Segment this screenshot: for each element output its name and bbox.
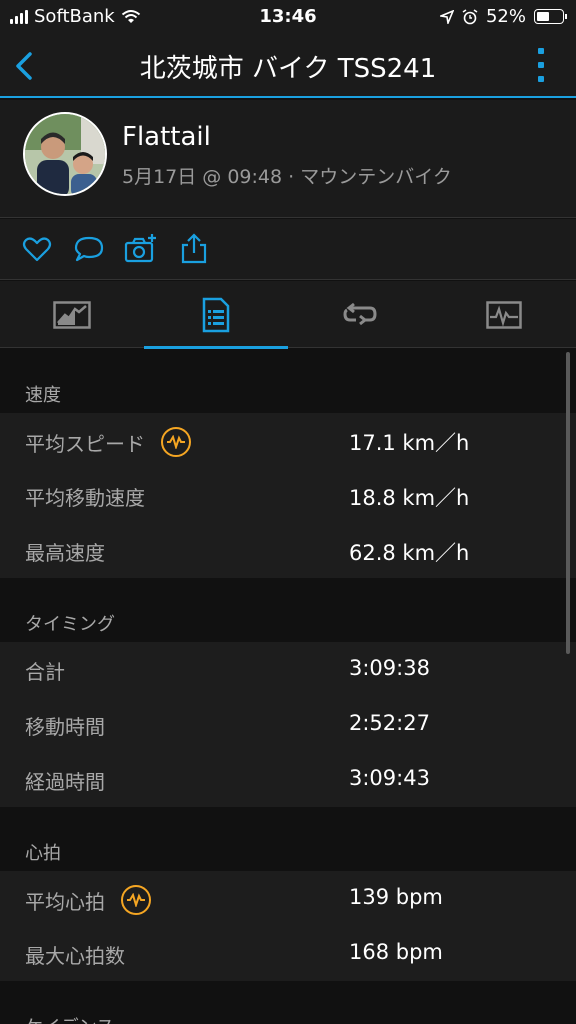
heart-icon[interactable] [21,233,53,265]
stat-row: 最大心拍数 168 bpm [0,926,576,981]
stat-row: 最高速度 62.8 km／h [0,523,576,578]
stat-row: 平均スピード 17.1 km／h [0,413,576,468]
share-icon[interactable] [178,233,210,265]
document-list-icon [202,297,230,332]
battery-icon [534,9,567,24]
page-title: 北茨城市 バイク TSS241 [139,54,437,84]
stat-label: 平均移動速度 [25,486,145,510]
stat-label: 最大心拍数 [25,944,125,968]
section-title-speed: 速度 [25,385,61,406]
stat-label: 平均スピード [25,431,145,456]
section-timing: 合計 3:09:38 移動時間 2:52:27 経過時間 3:09:43 [0,642,576,807]
alarm-icon [462,8,478,24]
map-chart-icon [53,300,91,329]
record-badge-icon [121,885,151,915]
nav-bar: 北茨城市 バイク TSS241 [0,34,576,98]
tab-overview[interactable] [0,281,144,348]
battery-level [537,12,549,21]
action-bar [0,219,576,280]
comment-icon[interactable] [73,233,105,265]
user-name[interactable]: Flattail [122,122,211,152]
stat-value: 168 bpm [349,940,443,964]
section-title-cadence: ケイデンス [0,981,576,1024]
status-bar: SoftBank 13:46 52% [0,0,576,34]
section-speed: 平均スピード 17.1 km／h 平均移動速度 18.8 km／h 最高速度 6… [0,413,576,578]
stat-value: 3:09:43 [349,766,430,790]
stat-row: 平均移動速度 18.8 km／h [0,468,576,523]
avatar-photo [25,114,105,194]
section-title-timing: タイミング [25,614,115,635]
stat-row: 平均心拍 139 bpm [0,871,576,926]
section-heart-rate: 平均心拍 139 bpm 最大心拍数 168 bpm [0,871,576,981]
activity-header: Flattail 5月17日 @ 09:48 · マウンテンバイク [0,100,576,218]
section-title-heart-rate: 心拍 [25,843,61,864]
stat-value: 17.1 km／h [349,431,470,455]
stat-value: 3:09:38 [349,656,430,680]
stat-value: 18.8 km／h [349,486,470,510]
scrollbar[interactable] [566,352,570,654]
record-badge-icon [161,427,191,457]
loop-icon [343,302,377,325]
stat-label: 平均心拍 [25,889,105,914]
tab-stats[interactable] [144,281,288,349]
stat-row: 経過時間 3:09:43 [0,752,576,807]
stat-row: 移動時間 2:52:27 [0,697,576,752]
stat-value: 2:52:27 [349,711,430,735]
stat-row: 合計 3:09:38 [0,642,576,697]
camera-add-icon[interactable] [124,233,158,265]
stats-list[interactable]: 速度 平均スピード 17.1 km／h 平均移動速度 18.8 km／h 最高速… [0,349,576,1024]
activity-meta: 5月17日 @ 09:48 · マウンテンバイク [122,166,452,188]
status-right: 52% [439,6,567,27]
stat-label: 移動時間 [25,715,105,739]
stat-value: 139 bpm [349,885,443,909]
avatar[interactable] [23,112,107,196]
battery-percent: 52% [485,6,526,27]
stat-label: 合計 [25,660,65,684]
tab-charts[interactable] [432,281,576,348]
graph-icon [486,300,522,329]
stat-label: 経過時間 [25,770,105,794]
activity-tabs [0,281,576,349]
back-icon[interactable] [10,50,40,82]
stat-label: 最高速度 [25,541,105,565]
tab-laps[interactable] [288,281,432,348]
stat-value: 62.8 km／h [349,541,470,565]
more-options-icon[interactable] [538,48,546,82]
location-icon [439,9,454,24]
